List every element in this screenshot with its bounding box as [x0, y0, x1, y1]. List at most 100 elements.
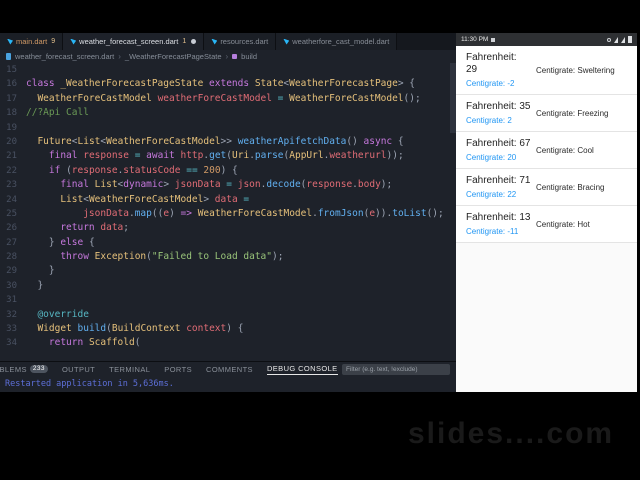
code-token: )): [375, 207, 387, 219]
signal-icon: [614, 36, 618, 43]
tab-label: main.dart: [16, 37, 48, 46]
weather-list-item[interactable]: Fahrenheit: 13 Centigrate: -11 Centigrate:…: [456, 206, 637, 243]
dart-file-icon: [211, 38, 218, 45]
code-token: weatherurl: [329, 150, 387, 162]
code-token: body: [357, 179, 381, 191]
panel-tab-terminal[interactable]: TERMINAL: [109, 365, 150, 375]
code-text: }: [26, 264, 55, 278]
weather-list-item[interactable]: Fahrenheit: 35 Centigrate: 2 Centigrate: F…: [456, 95, 637, 132]
code-token: >>: [220, 135, 238, 147]
line-number: 21: [6, 151, 17, 162]
editor-tab[interactable]: weather_forecast_screen.dart 1: [63, 33, 205, 50]
editor-tab[interactable]: main.dart 9: [0, 33, 64, 50]
code-token: return: [48, 337, 89, 349]
panel-tab-output[interactable]: OUTPUT: [62, 365, 95, 375]
line-number: 25: [6, 208, 17, 219]
line-number: 32: [6, 309, 17, 320]
code-token: AppUrl: [289, 150, 324, 162]
debug-console-output[interactable]: Restarted application in 5,636ms.: [0, 377, 456, 392]
code-token: json: [237, 179, 261, 191]
code-token: final: [48, 150, 84, 162]
line-number: 31: [6, 295, 17, 306]
phone-status-bar: 11:30 PM: [456, 33, 637, 46]
code-token: Uri: [232, 150, 250, 162]
panel-tab-ports[interactable]: PORTS: [164, 365, 192, 375]
code-text: jsonData.map((e) => WeatherForeCastModel…: [26, 207, 444, 221]
code-token: ));: [386, 150, 404, 162]
code-token: BuildContext: [111, 323, 187, 335]
line-number: 19: [6, 122, 17, 133]
code-text: Future<List<WeatherForeCastModel>> weath…: [26, 135, 404, 149]
code-line: 15: [0, 63, 456, 77]
code-token: await: [146, 150, 181, 162]
code-token: decode: [266, 179, 301, 191]
phone-emulator: 11:30 PM Fahrenheit: 29 Centigrate: -2 Cen…: [456, 33, 637, 392]
panel-header: PROBLEMS233 OUTPUT TERMINAL PORTS COMMENTS DE…: [0, 361, 456, 377]
code-token: toList: [392, 207, 427, 219]
editor-tab[interactable]: resources.dart: [204, 33, 277, 50]
filter-input[interactable]: [342, 364, 450, 375]
line-number: 16: [6, 79, 17, 90]
centigrade-value-text: Centigrate: -11: [466, 227, 519, 236]
code-token: //?Api Call: [26, 107, 89, 119]
breadcrumb[interactable]: weather_forecast_screen.dart › _WeatherF…: [0, 50, 456, 63]
centigrade-label-text: Centigrate: Freezing: [536, 108, 609, 118]
editor-tab[interactable]: weatherfore_cast_model.dart: [276, 33, 398, 50]
weather-list-item[interactable]: Fahrenheit: 67 Centigrate: 20 Centigrate: …: [456, 132, 637, 169]
panel-tab-comments[interactable]: COMMENTS: [206, 365, 253, 375]
code-lines[interactable]: 15 16 class _WeatherForecastPageState exte…: [0, 63, 456, 361]
code-line: 32 @override: [0, 308, 456, 322]
code-token: ==: [186, 164, 204, 176]
chevron-right-icon: ›: [118, 52, 121, 61]
code-token: data: [214, 193, 244, 205]
panel-tab-label: OUTPUT: [61, 364, 96, 374]
fahrenheit-text: Fahrenheit: 67: [466, 138, 531, 149]
code-token: WeatherForeCastModel: [289, 92, 404, 104]
weather-item-left: Fahrenheit: 35 Centigrate: 2: [466, 101, 531, 125]
code-token: class: [26, 78, 61, 90]
panel-tab-debug-console[interactable]: DEBUG CONSOLE: [266, 364, 338, 375]
centigrade-value-text: Centigrate: 22: [466, 190, 517, 199]
code-token: async: [363, 135, 398, 147]
code-text: if (response.statusCode == 200) {: [26, 164, 238, 178]
code-line: 17 WeatherForeCastModel weatherForeCastM…: [0, 92, 456, 106]
code-token: jsonData: [174, 179, 227, 191]
method-icon: [232, 54, 238, 59]
code-token: {: [397, 135, 404, 147]
centigrade-label-text: Centigrate: Sweltering: [536, 65, 615, 75]
breadcrumb-method[interactable]: build: [241, 52, 257, 61]
code-text: } else {: [26, 236, 95, 250]
code-line: 30 }: [0, 279, 456, 293]
weather-list-item[interactable]: Fahrenheit: 29 Centigrate: -2 Centigrate: …: [456, 46, 637, 95]
dart-file-icon: [283, 38, 290, 45]
code-text: @override: [26, 308, 88, 322]
code-token: ;: [123, 222, 129, 234]
panel-tab-label: PORTS: [164, 364, 192, 374]
code-line: 33 Widget build(BuildContext context) {: [0, 322, 456, 336]
panel-tab-problems[interactable]: PROBLEMS233: [0, 365, 48, 375]
breadcrumb-file[interactable]: weather_forecast_screen.dart: [15, 52, 114, 61]
code-line: 28 throw Exception("Failed to Load data"…: [0, 250, 456, 264]
weather-list-item[interactable]: Fahrenheit: 71 Centigrate: 22 Centigrate: …: [456, 169, 637, 206]
weather-item-left: Fahrenheit: 67 Centigrate: 20: [466, 138, 531, 162]
code-token: http: [180, 150, 204, 162]
line-number: 34: [6, 338, 17, 349]
code-token: final: [60, 179, 95, 191]
code-line: 34 return Scaffold(: [0, 336, 456, 350]
code-line: 26 return data;: [0, 221, 456, 235]
centigrade-value-text: Centigrate: 2: [466, 116, 512, 125]
modified-dot: [191, 39, 197, 44]
fahrenheit-text: Fahrenheit: 13: [466, 212, 531, 223]
breadcrumb-class[interactable]: _WeatherForecastPageState: [125, 52, 222, 61]
panel-tab-label: COMMENTS: [206, 364, 253, 374]
code-token: ) {: [226, 323, 244, 335]
code-line: 27 } else {: [0, 236, 456, 250]
code-token: }: [26, 236, 61, 248]
code-line: 31: [0, 293, 456, 307]
line-number: 24: [6, 194, 17, 205]
